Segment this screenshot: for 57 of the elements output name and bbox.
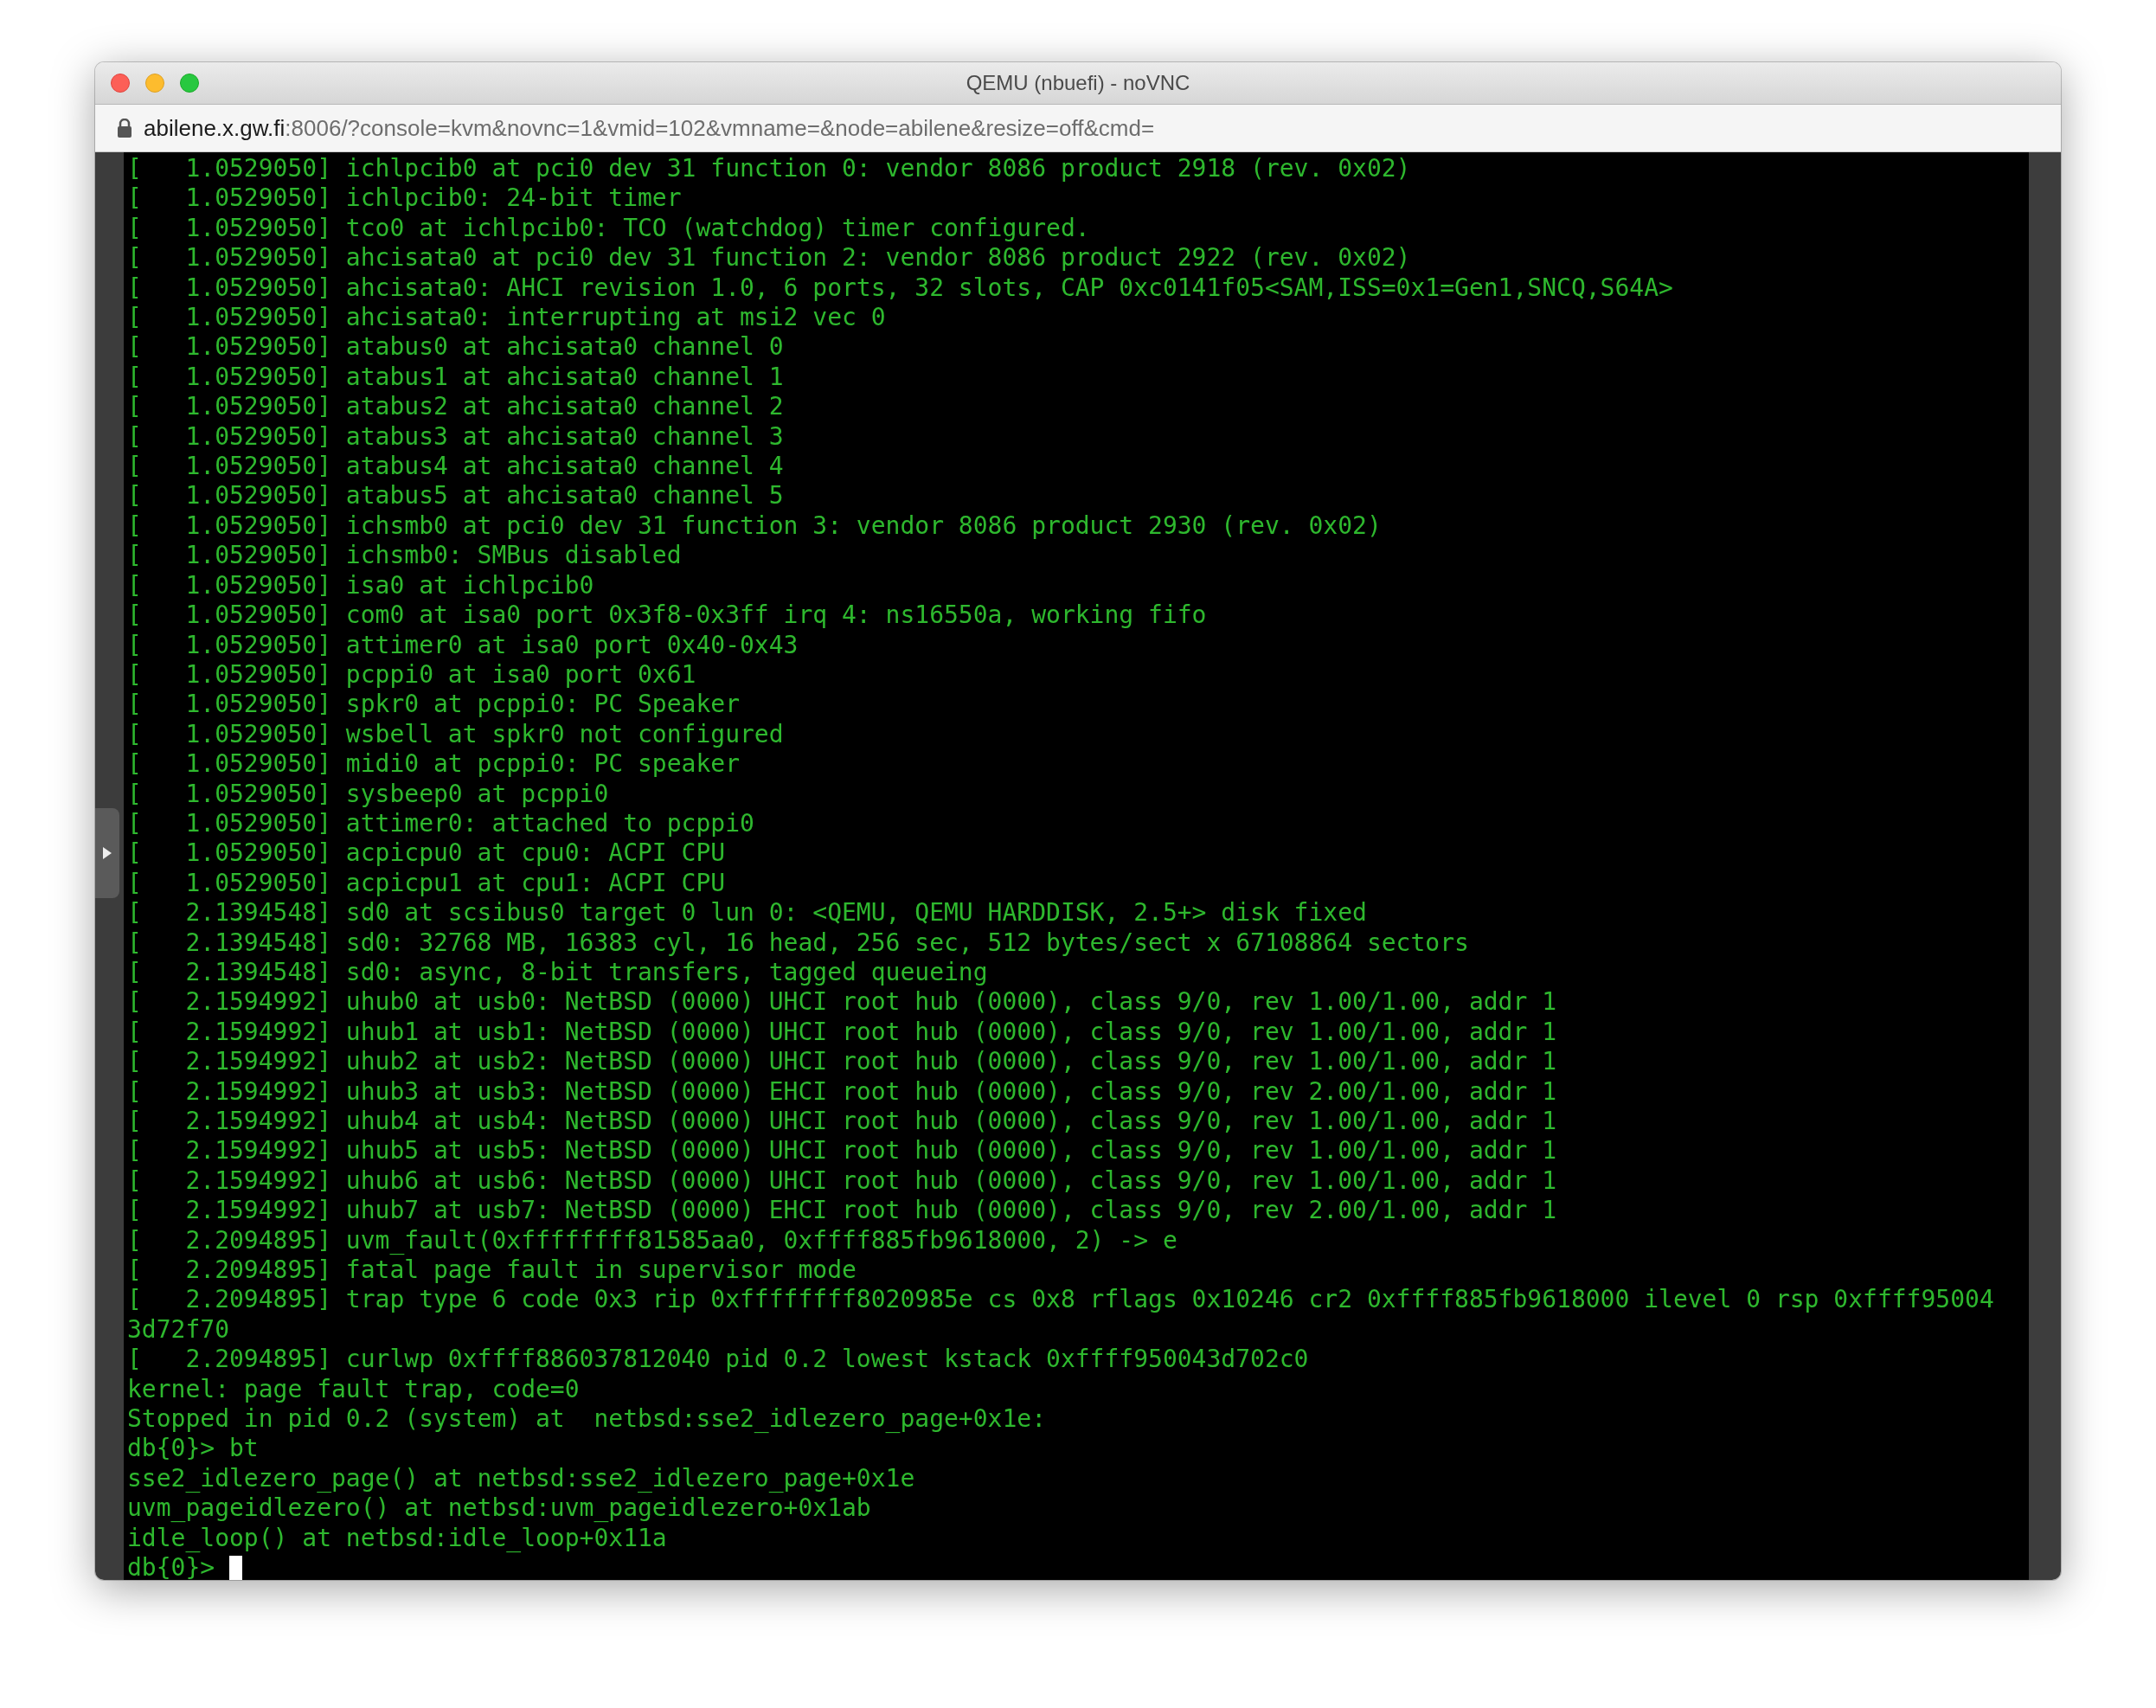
url-path: :8006/?console=kvm&novnc=1&vmid=102&vmname=&node=abilene&resize=off&cmd= — [285, 114, 1155, 142]
terminal-line: [ 1.0529050] spkr0 at pcppi0: PC Speaker — [127, 690, 740, 720]
terminal-line: [ 1.0529050] midi0 at pcppi0: PC speaker — [127, 749, 740, 780]
terminal-line: [ 1.0529050] acpicpu0 at cpu0: ACPI CPU — [127, 838, 726, 869]
terminal-line: [ 1.0529050] atabus2 at ahcisata0 channel 2 — [127, 392, 784, 422]
terminal-line: [ 2.1594992] uhub6 at usb6: NetBSD (0000) UHCI root hub (0000), class 9/0, rev 1.00/1.00, addr 1 — [127, 1165, 1557, 1197]
terminal-line: kernel: page fault trap, code=0 — [127, 1374, 580, 1405]
terminal-line: [ 2.1594992] uhub5 at usb5: NetBSD (0000) UHCI root hub (0000), class 9/0, rev 1.00/1.00, addr 1 — [127, 1136, 1557, 1166]
terminal-line: idle_loop() at netbsd:idle_loop+0x11a — [127, 1523, 667, 1554]
terminal-line: [ 2.1594992] uhub2 at usb2: NetBSD (0000) UHCI root hub (0000), class 9/0, rev 1.00/1.00, addr 1 — [127, 1047, 1557, 1077]
terminal-line: [ 2.2094895] curlwp 0xffff886037812040 pid 0.2 lowest kstack 0xffff950043d702c0 — [127, 1345, 1309, 1375]
terminal-line: [ 1.0529050] wsbell at spkr0 not configured — [127, 719, 784, 750]
address-bar[interactable]: abilene.x.gw.fi:8006/?console=kvm&novnc=1&vmid=102&vmname=&node=abilene&resize=off&cmd= — [95, 105, 2061, 152]
terminal-line: [ 2.1594992] uhub7 at usb7: NetBSD (0000) EHCI root hub (0000), class 9/0, rev 2.00/1.00, addr 1 — [127, 1196, 1557, 1226]
terminal-prompt: db{0}> — [127, 1553, 215, 1580]
terminal-line: [ 1.0529050] ichsmb0 at pci0 dev 31 function 3: vendor 8086 product 2930 (rev. 0x02) — [127, 510, 1382, 542]
terminal-line: [ 1.0529050] pcppi0 at isa0 port 0x61 — [127, 659, 696, 690]
terminal-line: [ 2.2094895] fatal page fault in supervisor mode — [127, 1255, 857, 1286]
terminal-line: [ 1.0529050] ahcisata0: AHCI revision 1.0, 6 ports, 32 slots, CAP 0xc0141f05<SAM,ISS=0x1=Gen1,SNCQ,S64A> — [127, 273, 1673, 304]
terminal-line: [ 1.0529050] ichsmb0: SMBus disabled — [127, 541, 682, 571]
terminal-line: [ 1.0529050] isa0 at ichlpcib0 — [127, 570, 594, 601]
terminal-line: [ 1.0529050] atabus0 at ahcisata0 channel 0 — [127, 332, 784, 363]
terminal-line: [ 1.0529050] atabus5 at ahcisata0 channel 5 — [127, 481, 784, 511]
terminal-line: [ 1.0529050] acpicpu1 at cpu1: ACPI CPU — [127, 868, 726, 899]
terminal-line: [ 1.0529050] ahcisata0 at pci0 dev 31 function 2: vendor 8086 product 2922 (rev. 0x02) — [127, 243, 1411, 273]
terminal-line: [ 1.0529050] ichlpcib0 at pci0 dev 31 function 0: vendor 8086 product 2918 (rev. 0x02) — [127, 154, 1411, 184]
terminal-line: [ 1.0529050] sysbeep0 at pcppi0 — [127, 779, 609, 809]
terminal-line: [ 2.1394548] sd0 at scsibus0 target 0 lun 0: <QEMU, QEMU HARDDISK, 2.5+> disk fixed — [127, 898, 1367, 928]
terminal-line: [ 1.0529050] ichlpcib0: 24-bit timer — [127, 183, 682, 214]
terminal-line: [ 1.0529050] atabus4 at ahcisata0 channel 4 — [127, 452, 784, 482]
terminal-line: [ 2.1594992] uhub3 at usb3: NetBSD (0000) EHCI root hub (0000), class 9/0, rev 2.00/1.00, addr 1 — [127, 1076, 1557, 1107]
terminal-line: [ 1.0529050] ahcisata0: interrupting at msi2 vec 0 — [127, 303, 886, 333]
terminal-line: [ 1.0529050] atabus3 at ahcisata0 channel 3 — [127, 421, 784, 453]
terminal-line: [ 2.1594992] uhub0 at usb0: NetBSD (0000) UHCI root hub (0000), class 9/0, rev 1.00/1.00, addr 1 — [127, 987, 1557, 1018]
close-button[interactable] — [111, 74, 130, 93]
terminal-line: uvm_pageidlezero() at netbsd:uvm_pageidlezero+0x1ab — [127, 1493, 871, 1524]
zoom-button[interactable] — [180, 74, 199, 93]
terminal-line: [ 1.0529050] atabus1 at ahcisata0 channel 1 — [127, 362, 784, 393]
terminal-line: [ 1.0529050] tco0 at ichlpcib0: TCO (watchdog) timer configured. — [127, 213, 1090, 244]
terminal-line: [ 1.0529050] attimer0 at isa0 port 0x40-0x43 — [127, 630, 799, 660]
terminal-line: [ 2.1594992] uhub4 at usb4: NetBSD (0000) UHCI root hub (0000), class 9/0, rev 1.00/1.00, addr 1 — [127, 1107, 1557, 1137]
sidebar-handle[interactable] — [95, 808, 119, 898]
terminal-line: [ 2.2094895] trap type 6 code 0x3 rip 0xffffffff8020985e cs 0x8 rflags 0x10246 cr2 0xffff885fb9618000 ilevel 0 rsp 0xffff95004 — [127, 1285, 1994, 1315]
terminal-line: [ 1.0529050] attimer0: attached to pcppi0 — [127, 808, 754, 839]
terminal-line: [ 2.1594992] uhub1 at usb1: NetBSD (0000) UHCI root hub (0000), class 9/0, rev 1.00/1.00, addr 1 — [127, 1017, 1557, 1048]
window-title: QEMU (nbuefi) - noVNC — [966, 71, 1190, 94]
terminal-line: [ 1.0529050] com0 at isa0 port 0x3f8-0x3ff irq 4: ns16550a, working fifo — [127, 600, 1207, 631]
url-host: abilene.x.gw.fi — [144, 114, 286, 142]
terminal-line: sse2_idlezero_page() at netbsd:sse2_idlezero_page+0x1e — [127, 1463, 915, 1494]
terminal-line: [ 2.2094895] uvm_fault(0xffffffff81585aa0, 0xffff885fb9618000, 2) -> e — [127, 1225, 1177, 1256]
terminal-line: db{0}> bt — [127, 1434, 259, 1464]
minimize-button[interactable] — [145, 74, 164, 93]
terminal-line: [ 2.1394548] sd0: 32768 MB, 16383 cyl, 16 head, 256 sec, 512 bytes/sect x 67108864 sectors — [127, 928, 1469, 958]
terminal-line: 3d72f70 — [127, 1314, 229, 1345]
terminal-line: [ 2.1394548] sd0: async, 8-bit transfers, tagged queueing — [127, 957, 988, 988]
terminal-line: Stopped in pid 0.2 (system) at netbsd:sse2_idlezero_page+0x1e: — [127, 1404, 1047, 1435]
triangle-right-icon — [103, 847, 112, 859]
